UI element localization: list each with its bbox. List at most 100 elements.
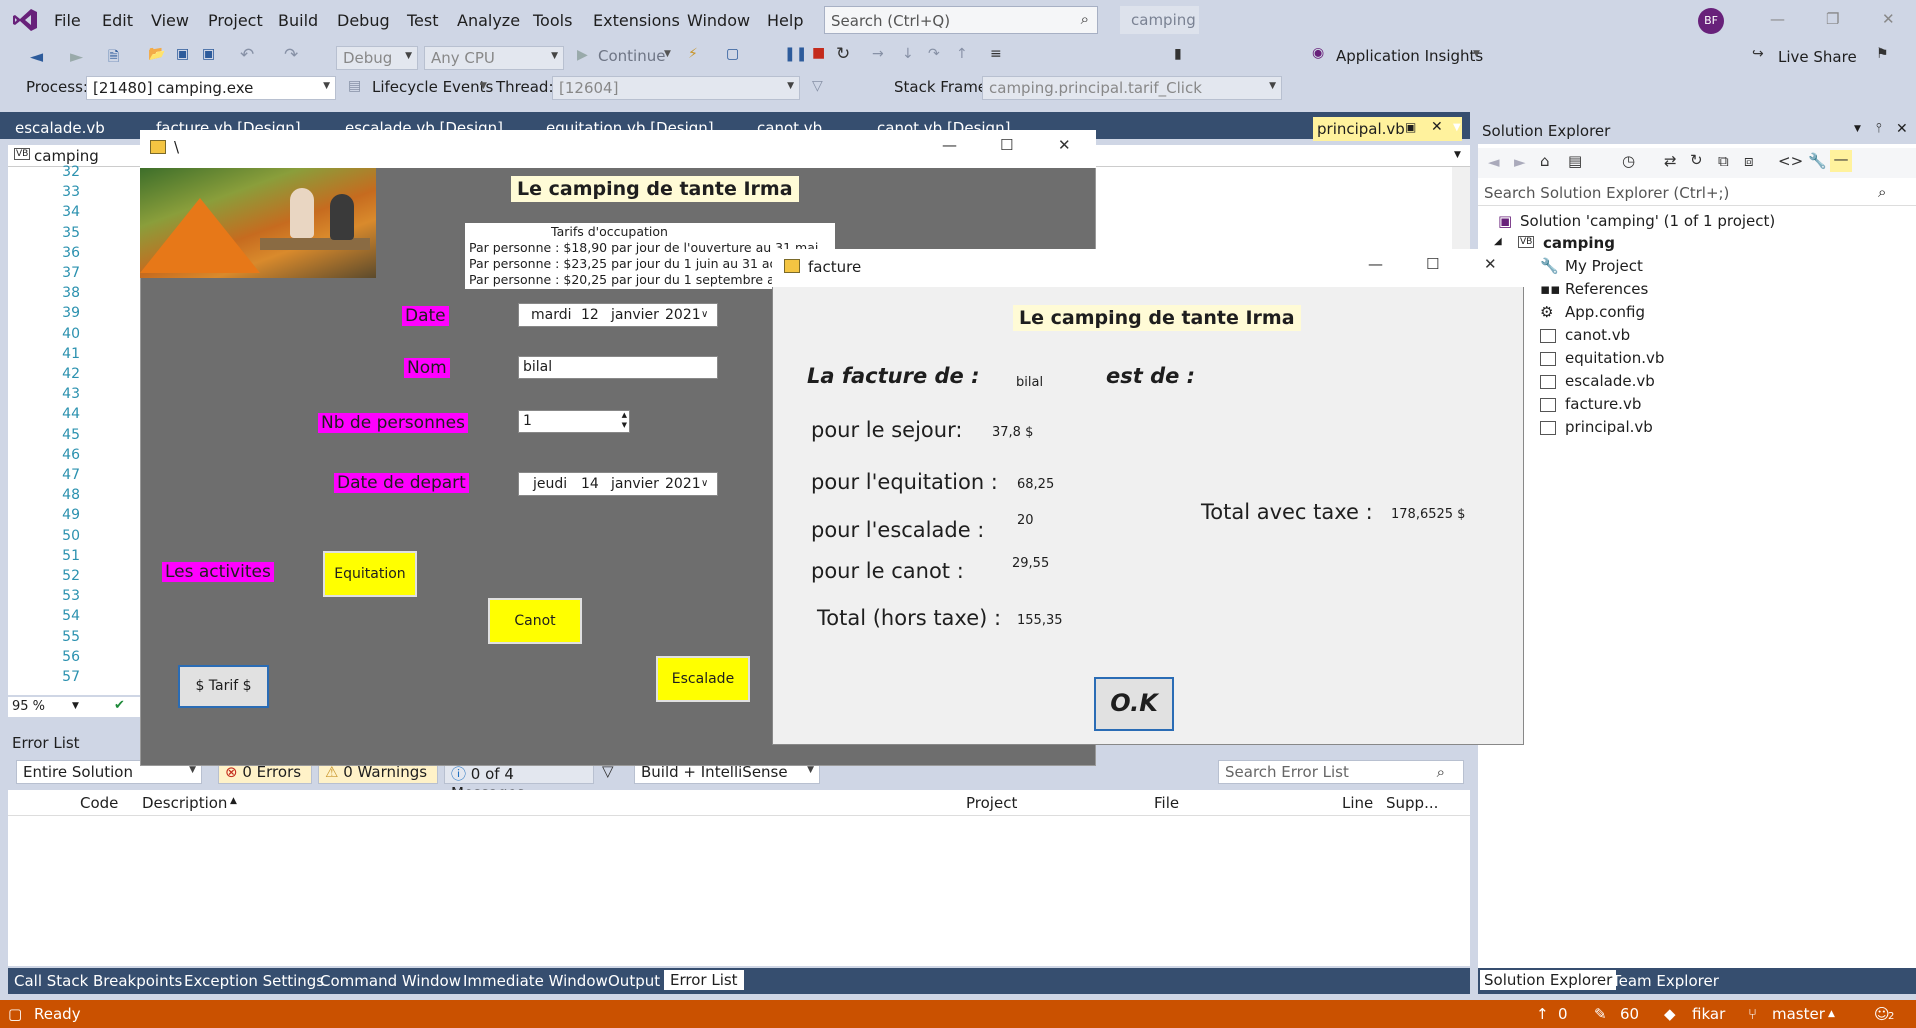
menu-window[interactable]: Window: [687, 11, 750, 30]
stepper-up-icon[interactable]: ▲: [622, 411, 627, 419]
tab-call-stack[interactable]: Call Stack: [14, 972, 88, 990]
filter-icon[interactable]: ▽: [812, 78, 823, 94]
back-icon[interactable]: ◄: [1488, 153, 1500, 171]
step-over-icon[interactable]: ↷: [928, 46, 940, 62]
stop-icon[interactable]: ■: [812, 45, 825, 61]
vs-search-box[interactable]: Search (Ctrl+Q) ⌕: [824, 6, 1098, 34]
pause-icon[interactable]: ❚❚: [784, 46, 807, 62]
col-description[interactable]: Description: [142, 794, 227, 812]
solution-explorer-search[interactable]: Search Solution Explorer (Ctrl+;) ⌕: [1478, 180, 1916, 206]
zoom-combo[interactable]: 95 %: [12, 699, 45, 714]
forward-icon[interactable]: ►: [1514, 153, 1526, 171]
step-out-icon[interactable]: ↑: [956, 46, 968, 62]
bookmark-icon[interactable]: ▮: [1174, 46, 1182, 62]
menu-extensions[interactable]: Extensions: [593, 11, 680, 30]
minimize-icon[interactable]: —: [1770, 10, 1785, 28]
collapse-all-icon[interactable]: ⧉: [1718, 152, 1729, 170]
tab-team-explorer[interactable]: Team Explorer: [1612, 972, 1719, 990]
canot-button[interactable]: Canot: [488, 598, 582, 644]
tab-breakpoints[interactable]: Breakpoints: [93, 972, 182, 990]
restart-icon[interactable]: ↻: [836, 44, 850, 64]
minimize-icon[interactable]: —: [1368, 255, 1383, 273]
se-item-escalade-vb[interactable]: escalade.vb: [1565, 372, 1655, 390]
close-icon[interactable]: ✕: [1882, 10, 1895, 28]
nb-personnes-stepper[interactable]: 1 ▲ ▼: [518, 410, 630, 433]
redo-icon[interactable]: ↷: [284, 45, 298, 65]
se-item-principal-vb[interactable]: principal.vb: [1565, 418, 1653, 436]
hex-display-icon[interactable]: ≡: [990, 46, 1002, 62]
close-icon[interactable]: ✕: [1896, 121, 1908, 137]
project-node[interactable]: camping: [1543, 234, 1615, 252]
sync-icon[interactable]: ⇄: [1664, 152, 1677, 170]
preview-icon[interactable]: —: [1830, 150, 1852, 172]
show-next-statement-icon[interactable]: →: [872, 46, 884, 62]
branch-name[interactable]: master: [1772, 1005, 1825, 1023]
se-item-equitation-vb[interactable]: equitation.vb: [1565, 349, 1664, 367]
tab-command-window[interactable]: Command Window: [320, 972, 461, 990]
screenshot-icon[interactable]: ▢: [726, 46, 739, 62]
thread-combo[interactable]: [12604] ▼: [552, 76, 800, 100]
forward-icon[interactable]: ►: [70, 47, 83, 67]
chevron-down-icon[interactable]: ∨: [701, 309, 708, 320]
show-all-files-icon[interactable]: ⧈: [1744, 152, 1754, 170]
close-icon[interactable]: ✕: [1058, 136, 1071, 154]
live-share-button[interactable]: Live Share: [1778, 48, 1857, 66]
hot-reload-icon[interactable]: ⚡: [688, 46, 698, 62]
date-depart-picker[interactable]: jeudi 14 janvier 2021 ∨: [518, 472, 718, 496]
platform-combo[interactable]: Any CPU ▼: [424, 46, 564, 70]
maximize-icon[interactable]: ☐: [1000, 136, 1013, 154]
close-icon[interactable]: ✕: [1484, 255, 1497, 273]
continue-icon[interactable]: ▶: [577, 47, 588, 63]
changes-count[interactable]: 60: [1620, 1005, 1639, 1023]
feedback-icon[interactable]: ⚑: [1876, 46, 1889, 62]
tab-immediate-window[interactable]: Immediate Window: [463, 972, 608, 990]
maximize-icon[interactable]: ☐: [1426, 255, 1439, 273]
stepper-down-icon[interactable]: ▼: [622, 421, 627, 429]
unpushed-count[interactable]: 0: [1558, 1005, 1568, 1023]
se-item-app-config[interactable]: App.config: [1565, 303, 1645, 321]
lifecycle-events-button[interactable]: Lifecycle Events: [372, 78, 493, 96]
date-picker[interactable]: mardi 12 janvier 2021 ∨: [518, 303, 718, 327]
col-file[interactable]: File: [1154, 794, 1179, 812]
menu-analyze[interactable]: Analyze: [457, 11, 520, 30]
continue-button[interactable]: Continue: [598, 47, 665, 65]
avatar[interactable]: BF: [1698, 8, 1724, 34]
view-code-icon[interactable]: <>: [1778, 152, 1803, 170]
live-share-icon[interactable]: ↪: [1752, 46, 1764, 62]
chevron-up-icon[interactable]: ▲: [1828, 1009, 1835, 1019]
pending-changes-icon[interactable]: ◷: [1622, 152, 1635, 170]
expand-icon[interactable]: ◢: [1494, 236, 1502, 247]
menu-debug[interactable]: Debug: [337, 11, 390, 30]
project-combo[interactable]: camping: [34, 147, 99, 165]
save-all-icon[interactable]: ▣: [202, 46, 215, 62]
se-item-my-project[interactable]: My Project: [1565, 257, 1643, 275]
col-suppression[interactable]: Supp...: [1386, 794, 1438, 812]
tarif-button[interactable]: $ Tarif $: [178, 665, 269, 708]
solution-node[interactable]: Solution 'camping' (1 of 1 project): [1520, 212, 1775, 230]
col-project[interactable]: Project: [966, 794, 1017, 812]
chevron-down-icon[interactable]: ▼: [1854, 124, 1861, 134]
lifecycle-icon[interactable]: ▤: [348, 78, 361, 94]
tab-error-list[interactable]: Error List: [664, 970, 744, 990]
chevron-down-icon[interactable]: ∨: [701, 478, 708, 489]
pin-icon[interactable]: ⫯: [1876, 121, 1882, 136]
se-item-canot-vb[interactable]: canot.vb: [1565, 326, 1630, 344]
tab-principal-vb[interactable]: principal.vb ▣ ✕: [1313, 117, 1462, 141]
new-project-icon[interactable]: 🗎: [108, 46, 119, 70]
menu-help[interactable]: Help: [767, 11, 803, 30]
pin-icon[interactable]: ▣: [1405, 120, 1416, 134]
menu-file[interactable]: File: [54, 11, 81, 30]
tab-escalade-vb[interactable]: escalade.vb: [15, 119, 105, 137]
process-combo[interactable]: [21480] camping.exe ▼: [86, 76, 336, 100]
tab-overflow-icon[interactable]: ▼: [1453, 122, 1461, 133]
home-icon[interactable]: ⌂: [1540, 152, 1550, 170]
menu-project[interactable]: Project: [208, 11, 263, 30]
menu-build[interactable]: Build: [278, 11, 318, 30]
se-item-references[interactable]: References: [1565, 280, 1648, 298]
lightbulb-icon[interactable]: ◉: [1312, 45, 1324, 61]
chevron-down-icon[interactable]: ▼: [72, 701, 79, 711]
back-icon[interactable]: ◄: [30, 47, 43, 67]
se-item-facture-vb[interactable]: facture.vb: [1565, 395, 1641, 413]
chevron-down-icon[interactable]: ▼: [1454, 150, 1461, 160]
menu-test[interactable]: Test: [407, 11, 439, 30]
